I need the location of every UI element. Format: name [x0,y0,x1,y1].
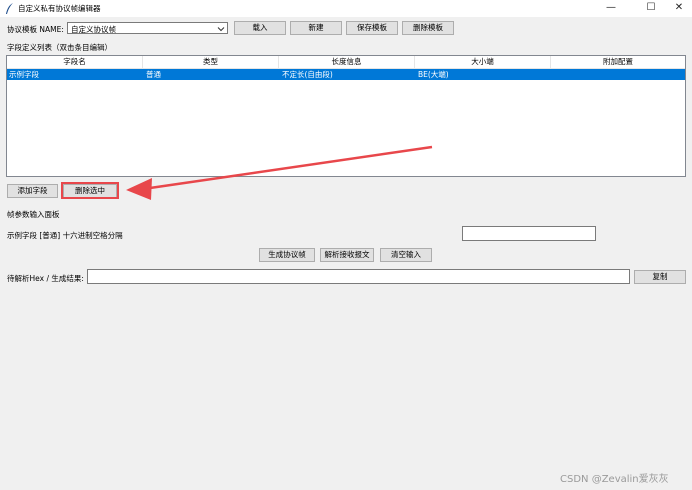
result-input[interactable] [87,269,630,284]
watermark: CSDN @Zevalin爱灰灰 [560,474,669,485]
annotation-arrow-icon [126,145,433,200]
copy-button[interactable]: 复制 [634,270,686,284]
result-label: 待解析Hex / 生成结果: [7,274,84,283]
generate-frame-button[interactable]: 生成协议帧 [259,248,315,262]
parse-message-button[interactable]: 解析接收报文 [320,248,374,262]
param-field-label: 示例字段 [普通] 十六进制空格分隔 [7,231,123,240]
params-panel-label: 帧参数输入面板 [7,210,60,219]
param-field-input[interactable] [462,226,596,241]
clear-input-button[interactable]: 清空输入 [380,248,432,262]
